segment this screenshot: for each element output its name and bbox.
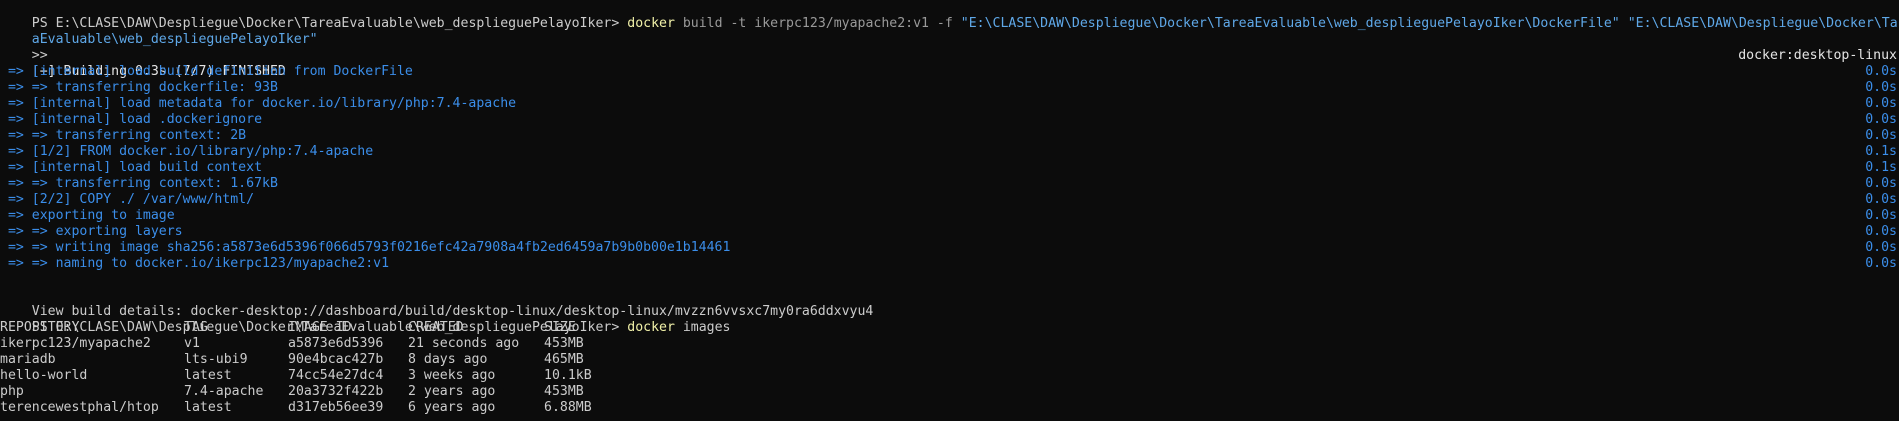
build-command-line-wrap: aEvaluable\web_desplieguePelayoIker" xyxy=(0,16,1899,47)
build-step-line: => [internal] load build context 0.1s xyxy=(0,160,1899,176)
build-step-text: => => transferring context: 1.67kB xyxy=(0,176,278,191)
table-header-cell: CREATED xyxy=(408,320,464,335)
build-step-text: => => transferring dockerfile: 93B xyxy=(0,80,278,95)
build-step-text: => [internal] load .dockerignore xyxy=(0,112,263,127)
build-step-text: => [internal] load build context xyxy=(0,160,263,175)
building-status-line: [+] Building 0.3s (7/7) FINISHED docker:… xyxy=(0,48,1899,79)
build-step-time: 0.0s xyxy=(1865,224,1897,239)
continuation-line: >> xyxy=(0,32,1899,63)
build-command-line: PS E:\CLASE\DAW\Despliegue\Docker\TareaE… xyxy=(0,0,1899,31)
build-step-text: => => writing image sha256:a5873e6d5396f… xyxy=(0,240,731,255)
table-row-cell: d317eb56ee39 xyxy=(288,400,384,415)
build-step-line: => [2/2] COPY ./ /var/www/html/0.0s xyxy=(0,192,1899,208)
build-steps: => [internal] load build definition from… xyxy=(0,64,1899,272)
table-row-cell: 8 days ago xyxy=(408,352,488,367)
build-step-line: => => transferring context: 1.67kB 0.0s xyxy=(0,176,1899,192)
images-table: REPOSITORY TAG IMAGE ID CREATED SIZE ikerpc12… xyxy=(0,320,1899,416)
build-step-time: 0.1s xyxy=(1865,160,1897,175)
table-row: ikerpc123/myapache2 v1 a5873e6d5396 21 seco… xyxy=(0,336,1899,352)
table-row-cell: latest xyxy=(184,368,232,383)
table-row-cell: mariadb xyxy=(0,352,56,367)
table-row-cell: 7.4-apache xyxy=(184,384,264,399)
table-row-cell: v1 xyxy=(184,336,200,351)
build-step-line: => [1/2] FROM docker.io/library/php:7.4-… xyxy=(0,144,1899,160)
table-row-cell: a5873e6d5396 xyxy=(288,336,384,351)
build-step-time: 0.0s xyxy=(1865,240,1897,255)
build-step-line: => => writing image sha256:a5873e6d5396f… xyxy=(0,240,1899,256)
table-row-cell: 6.88MB xyxy=(544,400,592,415)
table-row-cell: 74cc54e27dc4 xyxy=(288,368,384,383)
table-row: php 7.4-apache 20a3732f422b 2 years ago 453M… xyxy=(0,384,1899,400)
build-step-time: 0.0s xyxy=(1865,112,1897,127)
build-step-time: 0.0s xyxy=(1865,176,1897,191)
build-step-time: 0.0s xyxy=(1865,128,1897,143)
table-row-cell: php xyxy=(0,384,24,399)
table-row-cell: hello-world xyxy=(0,368,88,383)
view-details-line: View build details: docker-desktop://das… xyxy=(0,288,1899,319)
table-row-cell: 90e4bcac427b xyxy=(288,352,384,367)
table-header-cell: SIZE xyxy=(544,320,576,335)
build-step-text: => exporting to image xyxy=(0,208,175,223)
build-step-line: => => transferring context: 2B 0.0s xyxy=(0,128,1899,144)
build-step-time: 0.0s xyxy=(1865,192,1897,207)
build-step-text: => [1/2] FROM docker.io/library/php:7.4-… xyxy=(0,144,374,159)
build-step-time: 0.0s xyxy=(1865,96,1897,111)
table-row: mariadb lts-ubi9 90e4bcac427b 8 days ago 465… xyxy=(0,352,1899,368)
table-row-cell: lts-ubi9 xyxy=(184,352,248,367)
build-step-time: 0.0s xyxy=(1865,80,1897,95)
table-row-cell: 20a3732f422b xyxy=(288,384,384,399)
table-row-cell: ikerpc123/myapache2 xyxy=(0,336,151,351)
build-step-text: => => exporting layers xyxy=(0,224,183,239)
builder-name: docker:desktop-linux xyxy=(1738,48,1897,63)
table-row: hello-world latest 74cc54e27dc4 3 weeks ago… xyxy=(0,368,1899,384)
build-step-line: => => exporting layers 0.0s xyxy=(0,224,1899,240)
table-row-cell: 10.1kB xyxy=(544,368,592,383)
build-step-line: => [internal] load metadata for docker.i… xyxy=(0,96,1899,112)
table-row-cell: 3 weeks ago xyxy=(408,368,496,383)
build-step-time: 0.0s xyxy=(1865,208,1897,223)
table-row-cell: latest xyxy=(184,400,232,415)
build-step-line: => [internal] load .dockerignore 0.0s xyxy=(0,112,1899,128)
table-row-cell: 2 years ago xyxy=(408,384,496,399)
build-step-time: 0.1s xyxy=(1865,144,1897,159)
build-step-time: 0.0s xyxy=(1865,256,1897,271)
build-step-text: => [2/2] COPY ./ /var/www/html/ xyxy=(0,192,255,207)
table-row-cell: 465MB xyxy=(544,352,584,367)
table-row-cell: terencewestphal/htop xyxy=(0,400,159,415)
table-row-cell: 21 seconds ago xyxy=(408,336,520,351)
build-step-line: => => transferring dockerfile: 93B 0.0s xyxy=(0,80,1899,96)
table-header: REPOSITORY TAG IMAGE ID CREATED SIZE xyxy=(0,320,1899,336)
build-step-text: => [internal] load metadata for docker.i… xyxy=(0,96,517,111)
table-row-cell: 453MB xyxy=(544,336,584,351)
build-step-line: => => naming to docker.io/ikerpc123/myap… xyxy=(0,256,1899,272)
build-step-text: => => naming to docker.io/ikerpc123/myap… xyxy=(0,256,390,271)
table-header-cell: IMAGE ID xyxy=(288,320,352,335)
table-row-cell: 6 years ago xyxy=(408,400,496,415)
table-header-cell: REPOSITORY xyxy=(0,320,80,335)
images-command-line: PS E:\CLASE\DAW\Despliegue\Docker\TareaE… xyxy=(0,304,1899,335)
build-step-line: => exporting to image 0.0s xyxy=(0,208,1899,224)
build-step-text: => => transferring context: 2B xyxy=(0,128,247,143)
build-step-text: => [internal] load build definition from… xyxy=(0,64,413,79)
table-header-cell: TAG xyxy=(184,320,208,335)
terminal-window[interactable]: PS E:\CLASE\DAW\Despliegue\Docker\TareaE… xyxy=(0,0,1899,421)
table-row: terencewestphal/htop latest d317eb56ee39 6 … xyxy=(0,400,1899,416)
table-row-cell: 453MB xyxy=(544,384,584,399)
build-step-time: 0.0s xyxy=(1865,64,1897,79)
build-step-line: => [internal] load build definition from… xyxy=(0,64,1899,80)
